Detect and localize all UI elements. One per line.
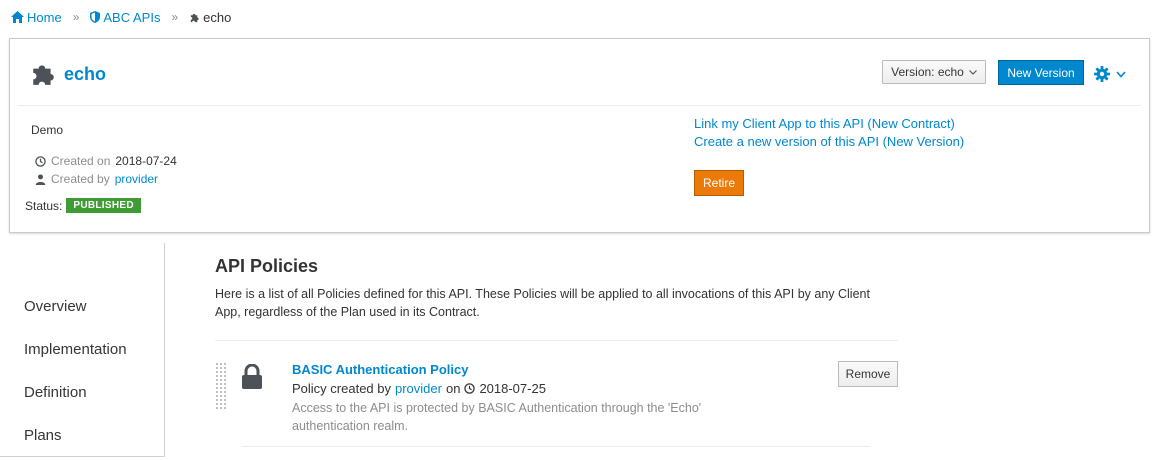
breadcrumb-current-label: echo [203,9,232,25]
shield-icon [90,11,101,23]
policy-created-by-label: Policy created by [292,381,391,396]
page-title: API Policies [215,256,319,276]
policy-name-link[interactable]: BASIC Authentication Policy [292,362,468,377]
side-nav-item-plans[interactable]: Plans [24,427,62,444]
api-actions-links: Link my Client App to this API (New Cont… [694,115,964,151]
puzzle-icon [190,13,199,22]
policy-divider [242,446,870,447]
breadcrumb: Home » ABC APIs » echo [11,8,231,26]
policy-date: 2018-07-25 [479,381,546,396]
drag-handle[interactable] [215,362,227,410]
side-nav-item-implementation[interactable]: Implementation [24,341,127,358]
breadcrumb-org[interactable]: ABC APIs [90,10,160,25]
section-divider [215,340,898,341]
clock-icon [35,155,46,167]
page-description: Here is a list of all Policies defined f… [215,287,870,319]
api-title: echo [30,61,106,87]
puzzle-icon [33,65,54,85]
policy-meta: Policy created by provider on 2018-07-25 [292,381,546,396]
chevron-down-icon [968,69,977,75]
version-dropdown[interactable]: Version: echo [882,60,986,84]
created-by-label: Created by [51,172,110,186]
side-nav: Overview Implementation Definition Plans [0,243,165,457]
settings-dropdown[interactable] [1094,66,1126,82]
created-on-date: 2018-07-24 [115,154,177,168]
policy-on-label: on [445,381,461,396]
version-dropdown-label: Version: echo [891,65,964,79]
link-client-app-link[interactable]: Link my Client App to this API (New Cont… [694,115,964,133]
created-by-user-link[interactable]: provider [115,172,158,186]
breadcrumb-separator: » [72,10,80,24]
policy-list-item: BASIC Authentication Policy Policy creat… [215,356,898,448]
gear-icon [1094,66,1110,82]
retire-button[interactable]: Retire [694,170,744,196]
side-nav-divider [0,456,164,457]
breadcrumb-home[interactable]: Home [11,10,62,25]
new-version-button[interactable]: New Version [998,60,1084,85]
home-icon [11,11,24,23]
status-label: Status: [25,198,63,213]
api-description: Demo [31,123,64,137]
clock-icon [464,383,476,394]
chevron-down-icon [1116,70,1126,78]
policy-created-by-user-link[interactable]: provider [395,381,442,396]
breadcrumb-separator: » [171,10,179,24]
lock-icon [242,364,262,389]
api-header-card: echo Version: echo New Version Demo Crea… [9,38,1150,233]
user-icon [35,173,46,185]
remove-policy-button[interactable]: Remove [838,361,898,387]
status-row: Status: PUBLISHED [25,198,141,213]
created-on-label: Created on [51,154,111,168]
create-new-version-link[interactable]: Create a new version of this API (New Ve… [694,133,964,151]
created-by: Created by provider [35,172,158,186]
api-name: echo [64,63,107,84]
created-on: Created on 2018-07-24 [35,154,177,168]
policy-description: Access to the API is protected by BASIC … [292,401,702,433]
card-divider [18,105,1141,106]
breadcrumb-org-label[interactable]: ABC APIs [103,10,160,25]
side-nav-item-definition[interactable]: Definition [24,384,87,401]
breadcrumb-home-label[interactable]: Home [27,10,62,25]
breadcrumb-current: echo [189,10,231,25]
side-nav-item-overview[interactable]: Overview [24,298,87,315]
status-badge: PUBLISHED [66,198,141,213]
